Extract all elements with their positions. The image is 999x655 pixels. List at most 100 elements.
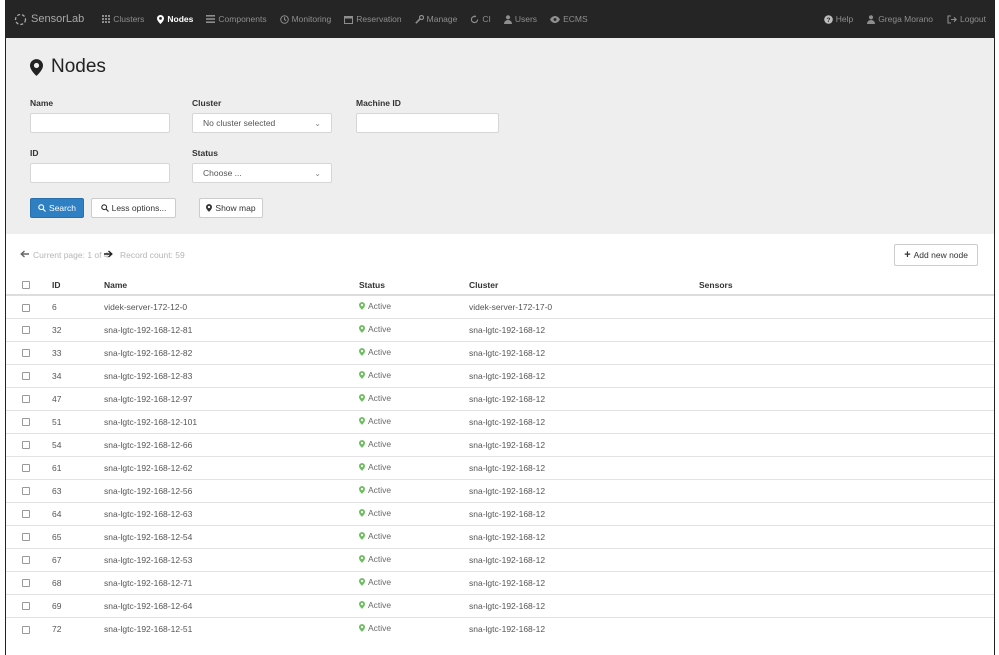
row-checkbox[interactable] (22, 625, 30, 634)
node-name[interactable]: sna-lgtc-192-168-12-101 (104, 409, 359, 433)
node-cluster[interactable]: sna-lgtc-192-168-12 (469, 409, 699, 433)
table-row[interactable]: 72 sna-lgtc-192-168-12-51 Active sna-lgtc-1… (6, 616, 994, 640)
node-name[interactable]: sna-lgtc-192-168-12-97 (104, 386, 359, 410)
brand-link[interactable]: SensorLab (14, 13, 84, 26)
node-cluster[interactable]: sna-lgtc-192-168-12 (469, 363, 699, 387)
node-name[interactable]: sna-lgtc-192-168-12-63 (104, 501, 359, 525)
table-row[interactable]: 68 sna-lgtc-192-168-12-71 Active sna-lgtc-1… (6, 570, 994, 594)
cluster-select[interactable]: No cluster selected ⌄ (192, 113, 332, 133)
row-checkbox[interactable] (22, 533, 30, 542)
show-map-button[interactable]: Show map (199, 198, 263, 218)
table-row[interactable]: 51 sna-lgtc-192-168-12-101 Active sna-lgtc-… (6, 409, 994, 433)
node-cluster[interactable]: sna-lgtc-192-168-12 (469, 570, 699, 594)
nav-item-nodes[interactable]: Nodes (157, 14, 193, 24)
node-cluster[interactable]: sna-lgtc-192-168-12 (469, 616, 699, 640)
node-name[interactable]: sna-lgtc-192-168-12-71 (104, 570, 359, 594)
row-checkbox[interactable] (22, 395, 30, 404)
node-name[interactable]: videk-server-172-12-0 (104, 294, 359, 318)
name-input[interactable] (30, 113, 170, 133)
select-all-checkbox[interactable] (22, 281, 30, 290)
node-name[interactable]: sna-lgtc-192-168-12-62 (104, 455, 359, 479)
status-badge: Active (359, 554, 391, 564)
table-row[interactable]: 47 sna-lgtc-192-168-12-97 Active sna-lgtc-1… (6, 386, 994, 410)
nav-item-monitoring[interactable]: Monitoring (279, 14, 331, 24)
nav-item-reservation[interactable]: Reservation (344, 14, 402, 24)
prev-page-button[interactable] (20, 250, 29, 258)
nav-item-manage[interactable]: Manage (414, 14, 457, 24)
row-checkbox[interactable] (22, 349, 30, 358)
table-row[interactable]: 6 videk-server-172-12-0 Active videk-server… (6, 294, 994, 318)
node-cluster[interactable]: sna-lgtc-192-168-12 (469, 386, 699, 410)
brand-label: SensorLab (31, 13, 85, 25)
map-marker-icon (359, 555, 365, 563)
table-row[interactable]: 64 sna-lgtc-192-168-12-63 Active sna-lgtc-1… (6, 501, 994, 525)
node-name[interactable]: sna-lgtc-192-168-12-83 (104, 363, 359, 387)
column-header-cluster[interactable]: Cluster (469, 275, 699, 296)
table-row[interactable]: 69 sna-lgtc-192-168-12-64 Active sna-lgtc-1… (6, 593, 994, 617)
nav-item-components[interactable]: Components (206, 14, 267, 24)
row-checkbox[interactable] (22, 441, 30, 450)
node-sensors (699, 593, 994, 617)
node-id: 65 (52, 524, 104, 548)
node-cluster[interactable]: sna-lgtc-192-168-12 (469, 478, 699, 502)
table-row[interactable]: 32 sna-lgtc-192-168-12-81 Active sna-lgtc-1… (6, 317, 994, 341)
row-checkbox[interactable] (22, 602, 30, 611)
node-cluster[interactable]: sna-lgtc-192-168-12 (469, 547, 699, 571)
row-checkbox[interactable] (22, 303, 30, 312)
next-page-button[interactable] (104, 250, 113, 258)
table-row[interactable]: 65 sna-lgtc-192-168-12-54 Active sna-lgtc-1… (6, 524, 994, 548)
nav-item-logout[interactable]: Logout (947, 14, 986, 24)
search-button[interactable]: Search (30, 198, 84, 218)
column-header-sensors[interactable]: Sensors (699, 275, 994, 296)
table-row[interactable]: 54 sna-lgtc-192-168-12-66 Active sna-lgtc-1… (6, 432, 994, 456)
node-cluster[interactable]: sna-lgtc-192-168-12 (469, 455, 699, 479)
id-input[interactable] (30, 163, 170, 183)
node-name[interactable]: sna-lgtc-192-168-12-66 (104, 432, 359, 456)
node-name[interactable]: sna-lgtc-192-168-12-82 (104, 340, 359, 364)
table-row[interactable]: 33 sna-lgtc-192-168-12-82 Active sna-lgtc-1… (6, 340, 994, 364)
node-cluster[interactable]: sna-lgtc-192-168-12 (469, 317, 699, 341)
status-select[interactable]: Choose ... ⌄ (192, 163, 332, 183)
node-cluster[interactable]: sna-lgtc-192-168-12 (469, 593, 699, 617)
table-row[interactable]: 67 sna-lgtc-192-168-12-53 Active sna-lgtc-1… (6, 547, 994, 571)
row-checkbox[interactable] (22, 579, 30, 588)
machine-id-input[interactable] (356, 113, 499, 133)
nav-item-ci[interactable]: CI (470, 14, 491, 24)
row-checkbox[interactable] (22, 418, 30, 427)
node-cluster[interactable]: sna-lgtc-192-168-12 (469, 524, 699, 548)
row-checkbox[interactable] (22, 372, 30, 381)
node-cluster[interactable]: sna-lgtc-192-168-12 (469, 340, 699, 364)
node-cluster[interactable]: sna-lgtc-192-168-12 (469, 432, 699, 456)
node-cluster[interactable]: videk-server-172-17-0 (469, 294, 699, 318)
column-header-name[interactable]: Name (104, 275, 359, 296)
nav-item-help[interactable]: ? Help (823, 14, 853, 24)
column-header-status[interactable]: Status (359, 275, 469, 296)
table-row[interactable]: 34 sna-lgtc-192-168-12-83 Active sna-lgtc-1… (6, 363, 994, 387)
column-header-id[interactable]: ID (52, 275, 104, 296)
row-checkbox[interactable] (22, 510, 30, 519)
table-row[interactable]: 61 sna-lgtc-192-168-12-62 Active sna-lgtc-1… (6, 455, 994, 479)
row-checkbox[interactable] (22, 487, 30, 496)
row-checkbox[interactable] (22, 464, 30, 473)
nav-item-clusters[interactable]: Clusters (102, 14, 144, 24)
nav-item-user-profile[interactable]: Grega Morano (867, 14, 933, 24)
less-options-button[interactable]: Less options... (91, 198, 176, 218)
status-badge: Active (359, 439, 391, 449)
node-cluster[interactable]: sna-lgtc-192-168-12 (469, 501, 699, 525)
node-name[interactable]: sna-lgtc-192-168-12-81 (104, 317, 359, 341)
table-row[interactable]: 63 sna-lgtc-192-168-12-56 Active sna-lgtc-1… (6, 478, 994, 502)
add-new-node-button[interactable]: + Add new node (894, 244, 978, 266)
row-checkbox[interactable] (22, 326, 30, 335)
clock-icon (279, 14, 289, 24)
map-marker-icon (30, 58, 43, 76)
node-sensors (699, 317, 994, 341)
node-name[interactable]: sna-lgtc-192-168-12-51 (104, 616, 359, 640)
node-name[interactable]: sna-lgtc-192-168-12-54 (104, 524, 359, 548)
nav-item-ecms[interactable]: ECMS (550, 14, 588, 24)
status-badge: Active (359, 347, 391, 357)
nav-item-users[interactable]: Users (503, 14, 537, 24)
node-name[interactable]: sna-lgtc-192-168-12-64 (104, 593, 359, 617)
row-checkbox[interactable] (22, 556, 30, 565)
node-name[interactable]: sna-lgtc-192-168-12-56 (104, 478, 359, 502)
node-name[interactable]: sna-lgtc-192-168-12-53 (104, 547, 359, 571)
